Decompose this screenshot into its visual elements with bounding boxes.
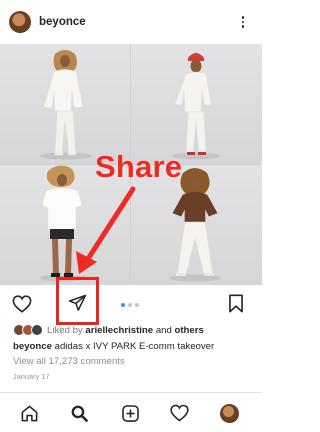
bottom-tab-bar	[0, 392, 261, 432]
add-post-icon[interactable]	[117, 400, 143, 426]
liked-by-and: and	[155, 324, 172, 336]
poster-username[interactable]: beyonce	[39, 16, 235, 28]
carousel-dot-active	[121, 303, 125, 307]
liked-by-row[interactable]: Liked by ariellechristine and others	[13, 322, 204, 338]
search-icon[interactable]	[66, 400, 92, 426]
carousel-dot	[128, 303, 132, 307]
profile-tab[interactable]	[216, 400, 242, 426]
post-date: January 17	[13, 372, 50, 381]
home-icon[interactable]	[16, 400, 42, 426]
post-header: beyonce	[0, 0, 261, 44]
caption-text: adidas x IVY PARK E-comm takeover	[54, 341, 215, 352]
photo-top-left	[0, 44, 130, 164]
caption-username[interactable]: beyonce	[13, 341, 52, 352]
bookmark-icon[interactable]	[225, 292, 247, 314]
liker-avatar	[31, 324, 43, 336]
activity-heart-icon[interactable]	[166, 400, 192, 426]
poster-avatar[interactable]	[9, 11, 31, 33]
view-comments-link[interactable]: View all 17,273 comments	[13, 356, 125, 367]
post-caption: beyonce adidas x IVY PARK E-comm takeove…	[13, 341, 214, 352]
share-annotation-label: Share	[95, 149, 183, 184]
heart-icon[interactable]	[11, 293, 33, 315]
liked-by-user[interactable]: ariellechristine	[85, 325, 153, 336]
carousel-indicator	[121, 303, 139, 307]
paper-plane-icon[interactable]	[66, 292, 88, 314]
liked-by-prefix: Liked by	[47, 324, 83, 336]
liked-by-others[interactable]: others	[175, 325, 204, 336]
more-vertical-icon[interactable]	[235, 12, 251, 32]
liker-avatars	[13, 324, 43, 336]
carousel-dot	[135, 303, 139, 307]
photo-top-right	[131, 44, 262, 164]
profile-avatar[interactable]	[219, 403, 239, 423]
